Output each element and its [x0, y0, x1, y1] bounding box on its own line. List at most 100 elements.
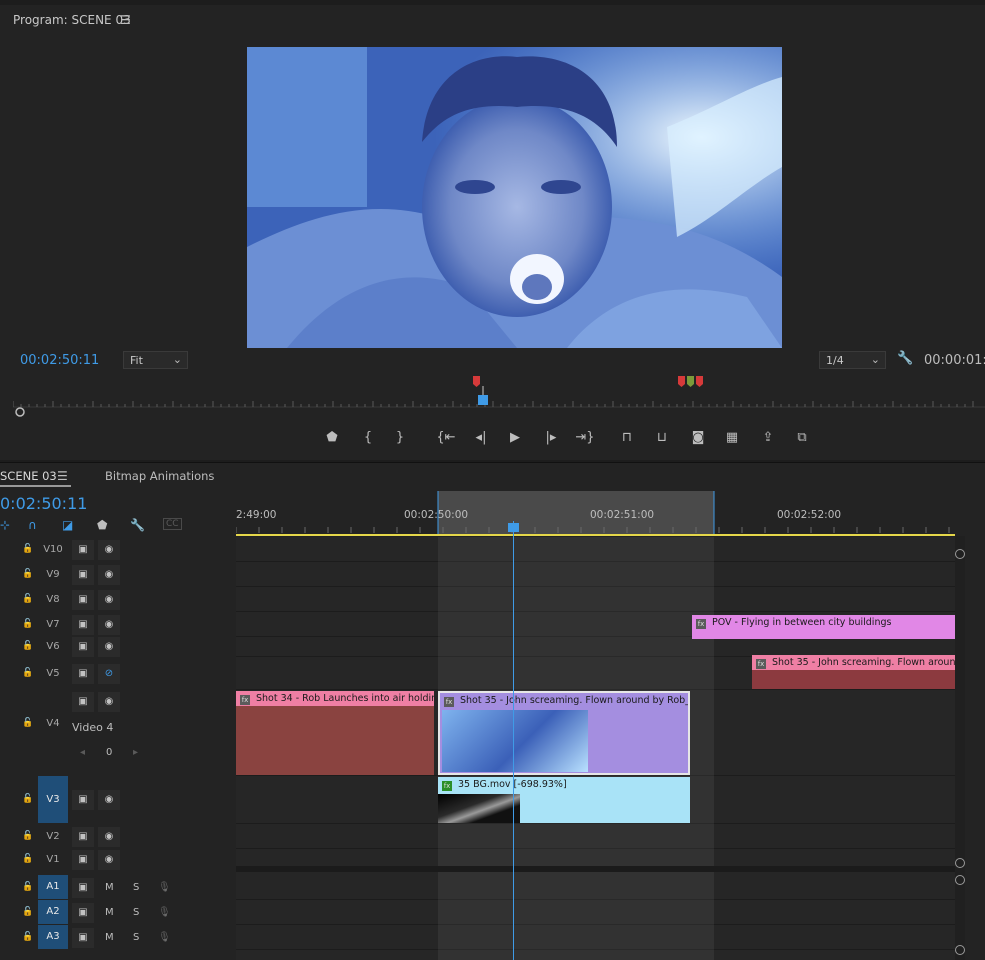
- sync-lock-icon[interactable]: ▣: [72, 589, 94, 610]
- captions-icon[interactable]: CC: [163, 518, 182, 530]
- play-icon[interactable]: ▶: [504, 428, 526, 448]
- eye-icon[interactable]: ◉: [98, 637, 120, 657]
- sync-lock-icon[interactable]: ▣: [72, 564, 94, 585]
- eye-hidden-icon[interactable]: ⊘: [98, 663, 120, 684]
- marker-red-1[interactable]: [473, 376, 480, 387]
- eye-icon[interactable]: ◉: [98, 850, 120, 870]
- eye-icon[interactable]: ◉: [98, 692, 120, 712]
- sync-lock-icon[interactable]: ▣: [72, 637, 94, 657]
- track-target-v3[interactable]: V3: [38, 776, 68, 823]
- mute-button[interactable]: M: [105, 932, 114, 943]
- track-target-a2[interactable]: A2: [38, 900, 68, 924]
- camera-icon[interactable]: ◙: [687, 428, 709, 448]
- marker-icon[interactable]: ⬟: [321, 428, 343, 448]
- panel-menu-icon[interactable]: ☰: [57, 469, 68, 483]
- lock-icon[interactable]: 🔓: [22, 569, 33, 579]
- sync-lock-icon[interactable]: ▣: [72, 850, 94, 870]
- lock-icon[interactable]: 🔓: [22, 907, 33, 917]
- linked-selection-icon[interactable]: ◪: [62, 518, 73, 532]
- clip-shot-34[interactable]: fx Shot 34 - Rob Launches into air holdin…: [236, 691, 434, 775]
- marker-red-2[interactable]: [678, 376, 685, 387]
- extract-icon[interactable]: ⊔: [651, 428, 673, 448]
- track-target-v1[interactable]: V1: [38, 854, 68, 865]
- lock-icon[interactable]: 🔓: [22, 882, 33, 892]
- program-time-ruler[interactable]: [13, 373, 985, 418]
- snap-magnet-icon[interactable]: ∩: [28, 518, 37, 532]
- video-preview[interactable]: [247, 47, 782, 348]
- lock-icon[interactable]: 🔓: [22, 544, 33, 554]
- lock-icon[interactable]: 🔓: [22, 932, 33, 942]
- voiceover-record-icon[interactable]: 🎙: [158, 907, 171, 918]
- scroll-handle-top[interactable]: [955, 549, 965, 559]
- mark-in-icon[interactable]: {: [357, 428, 379, 448]
- sync-lock-icon[interactable]: ▣: [72, 663, 94, 684]
- eye-icon[interactable]: ◉: [98, 589, 120, 610]
- track-target-v5[interactable]: V5: [38, 668, 68, 679]
- eye-icon[interactable]: ◉: [98, 564, 120, 585]
- sync-lock-icon[interactable]: ▣: [72, 692, 94, 712]
- track-target-v10[interactable]: V10: [38, 544, 68, 555]
- lock-icon[interactable]: 🔓: [22, 794, 33, 804]
- track-target-v9[interactable]: V9: [38, 569, 68, 580]
- marker-green[interactable]: [687, 376, 694, 387]
- track-target-a1[interactable]: A1: [38, 875, 68, 899]
- lock-icon[interactable]: 🔓: [22, 619, 33, 629]
- lock-icon[interactable]: 🔓: [22, 831, 33, 841]
- zoom-level-select[interactable]: Fit ⌄: [123, 351, 188, 369]
- multi-camera-icon[interactable]: ⧉: [791, 428, 813, 448]
- lock-icon[interactable]: 🔓: [22, 594, 33, 604]
- tab-bitmap-animations[interactable]: Bitmap Animations: [105, 469, 214, 483]
- eye-icon[interactable]: ◉: [98, 614, 120, 635]
- eye-icon[interactable]: ◉: [98, 826, 120, 847]
- timeline-time-ruler[interactable]: 2:49:00 00:02:50:00 00:02:51:00 00:02:52…: [236, 491, 955, 537]
- sync-lock-icon[interactable]: ▣: [72, 539, 94, 560]
- sync-lock-icon[interactable]: ▣: [72, 826, 94, 847]
- panel-menu-icon[interactable]: ☰: [120, 13, 131, 27]
- mark-out-icon[interactable]: }: [389, 428, 411, 448]
- track-target-v7[interactable]: V7: [38, 619, 68, 630]
- sync-lock-icon[interactable]: ▣: [72, 790, 94, 810]
- previous-keyframe-icon[interactable]: ◂: [80, 747, 85, 758]
- eye-icon[interactable]: ◉: [98, 790, 120, 810]
- zoom-scroll-handle[interactable]: [15, 407, 25, 417]
- marker-red-3[interactable]: [696, 376, 703, 387]
- voiceover-record-icon[interactable]: 🎙: [158, 932, 171, 943]
- clip-shot-35-v5[interactable]: fx Shot 35 - John screaming. Flown around…: [752, 655, 955, 689]
- sync-lock-icon[interactable]: ▣: [72, 902, 94, 923]
- voiceover-record-icon[interactable]: 🎙: [158, 882, 171, 893]
- lift-icon[interactable]: ⊓: [616, 428, 638, 448]
- add-marker-icon[interactable]: ⬟: [97, 518, 107, 532]
- keyframe-toggle[interactable]: 0: [106, 747, 112, 758]
- sequence-timecode[interactable]: 0:02:50:11: [0, 494, 87, 513]
- sync-lock-icon[interactable]: ▣: [72, 927, 94, 948]
- playhead-timecode[interactable]: 00:02:50:11: [20, 353, 99, 368]
- mute-button[interactable]: M: [105, 907, 114, 918]
- track-target-a3[interactable]: A3: [38, 925, 68, 949]
- track-target-v6[interactable]: V6: [38, 641, 68, 652]
- playback-resolution-select[interactable]: 1/4 ⌄: [819, 351, 886, 369]
- scroll-handle-audio-bottom[interactable]: [955, 945, 965, 955]
- scroll-handle-video-bottom[interactable]: [955, 858, 965, 868]
- lock-icon[interactable]: 🔓: [22, 641, 33, 651]
- solo-button[interactable]: S: [133, 907, 139, 918]
- clip-35-bg[interactable]: fx 35 BG.mov [-698.93%]: [438, 777, 690, 823]
- clip-shot-35-v4[interactable]: fx Shot 35 - John screaming. Flown around…: [438, 691, 690, 775]
- wrench-icon[interactable]: 🔧: [130, 518, 145, 532]
- step-forward-icon[interactable]: |▸: [540, 428, 562, 448]
- mute-button[interactable]: M: [105, 882, 114, 893]
- tab-scene-03[interactable]: SCENE 03: [0, 469, 57, 483]
- lock-icon[interactable]: 🔓: [22, 668, 33, 678]
- track-target-v2[interactable]: V2: [38, 831, 68, 842]
- track-area[interactable]: fx POV - Flying in between city buildings…: [236, 537, 955, 960]
- step-back-icon[interactable]: ◂|: [470, 428, 492, 448]
- program-playhead[interactable]: [478, 395, 488, 405]
- scroll-handle-audio-top[interactable]: [955, 875, 965, 885]
- sync-lock-icon[interactable]: ▣: [72, 614, 94, 635]
- lock-icon[interactable]: 🔓: [22, 718, 33, 728]
- compare-icon[interactable]: ▦: [721, 428, 743, 448]
- solo-button[interactable]: S: [133, 932, 139, 943]
- clip-pov-flying[interactable]: fx POV - Flying in between city buildings: [692, 615, 955, 639]
- solo-button[interactable]: S: [133, 882, 139, 893]
- next-keyframe-icon[interactable]: ▸: [133, 747, 138, 758]
- wrench-icon[interactable]: 🔧: [897, 351, 913, 366]
